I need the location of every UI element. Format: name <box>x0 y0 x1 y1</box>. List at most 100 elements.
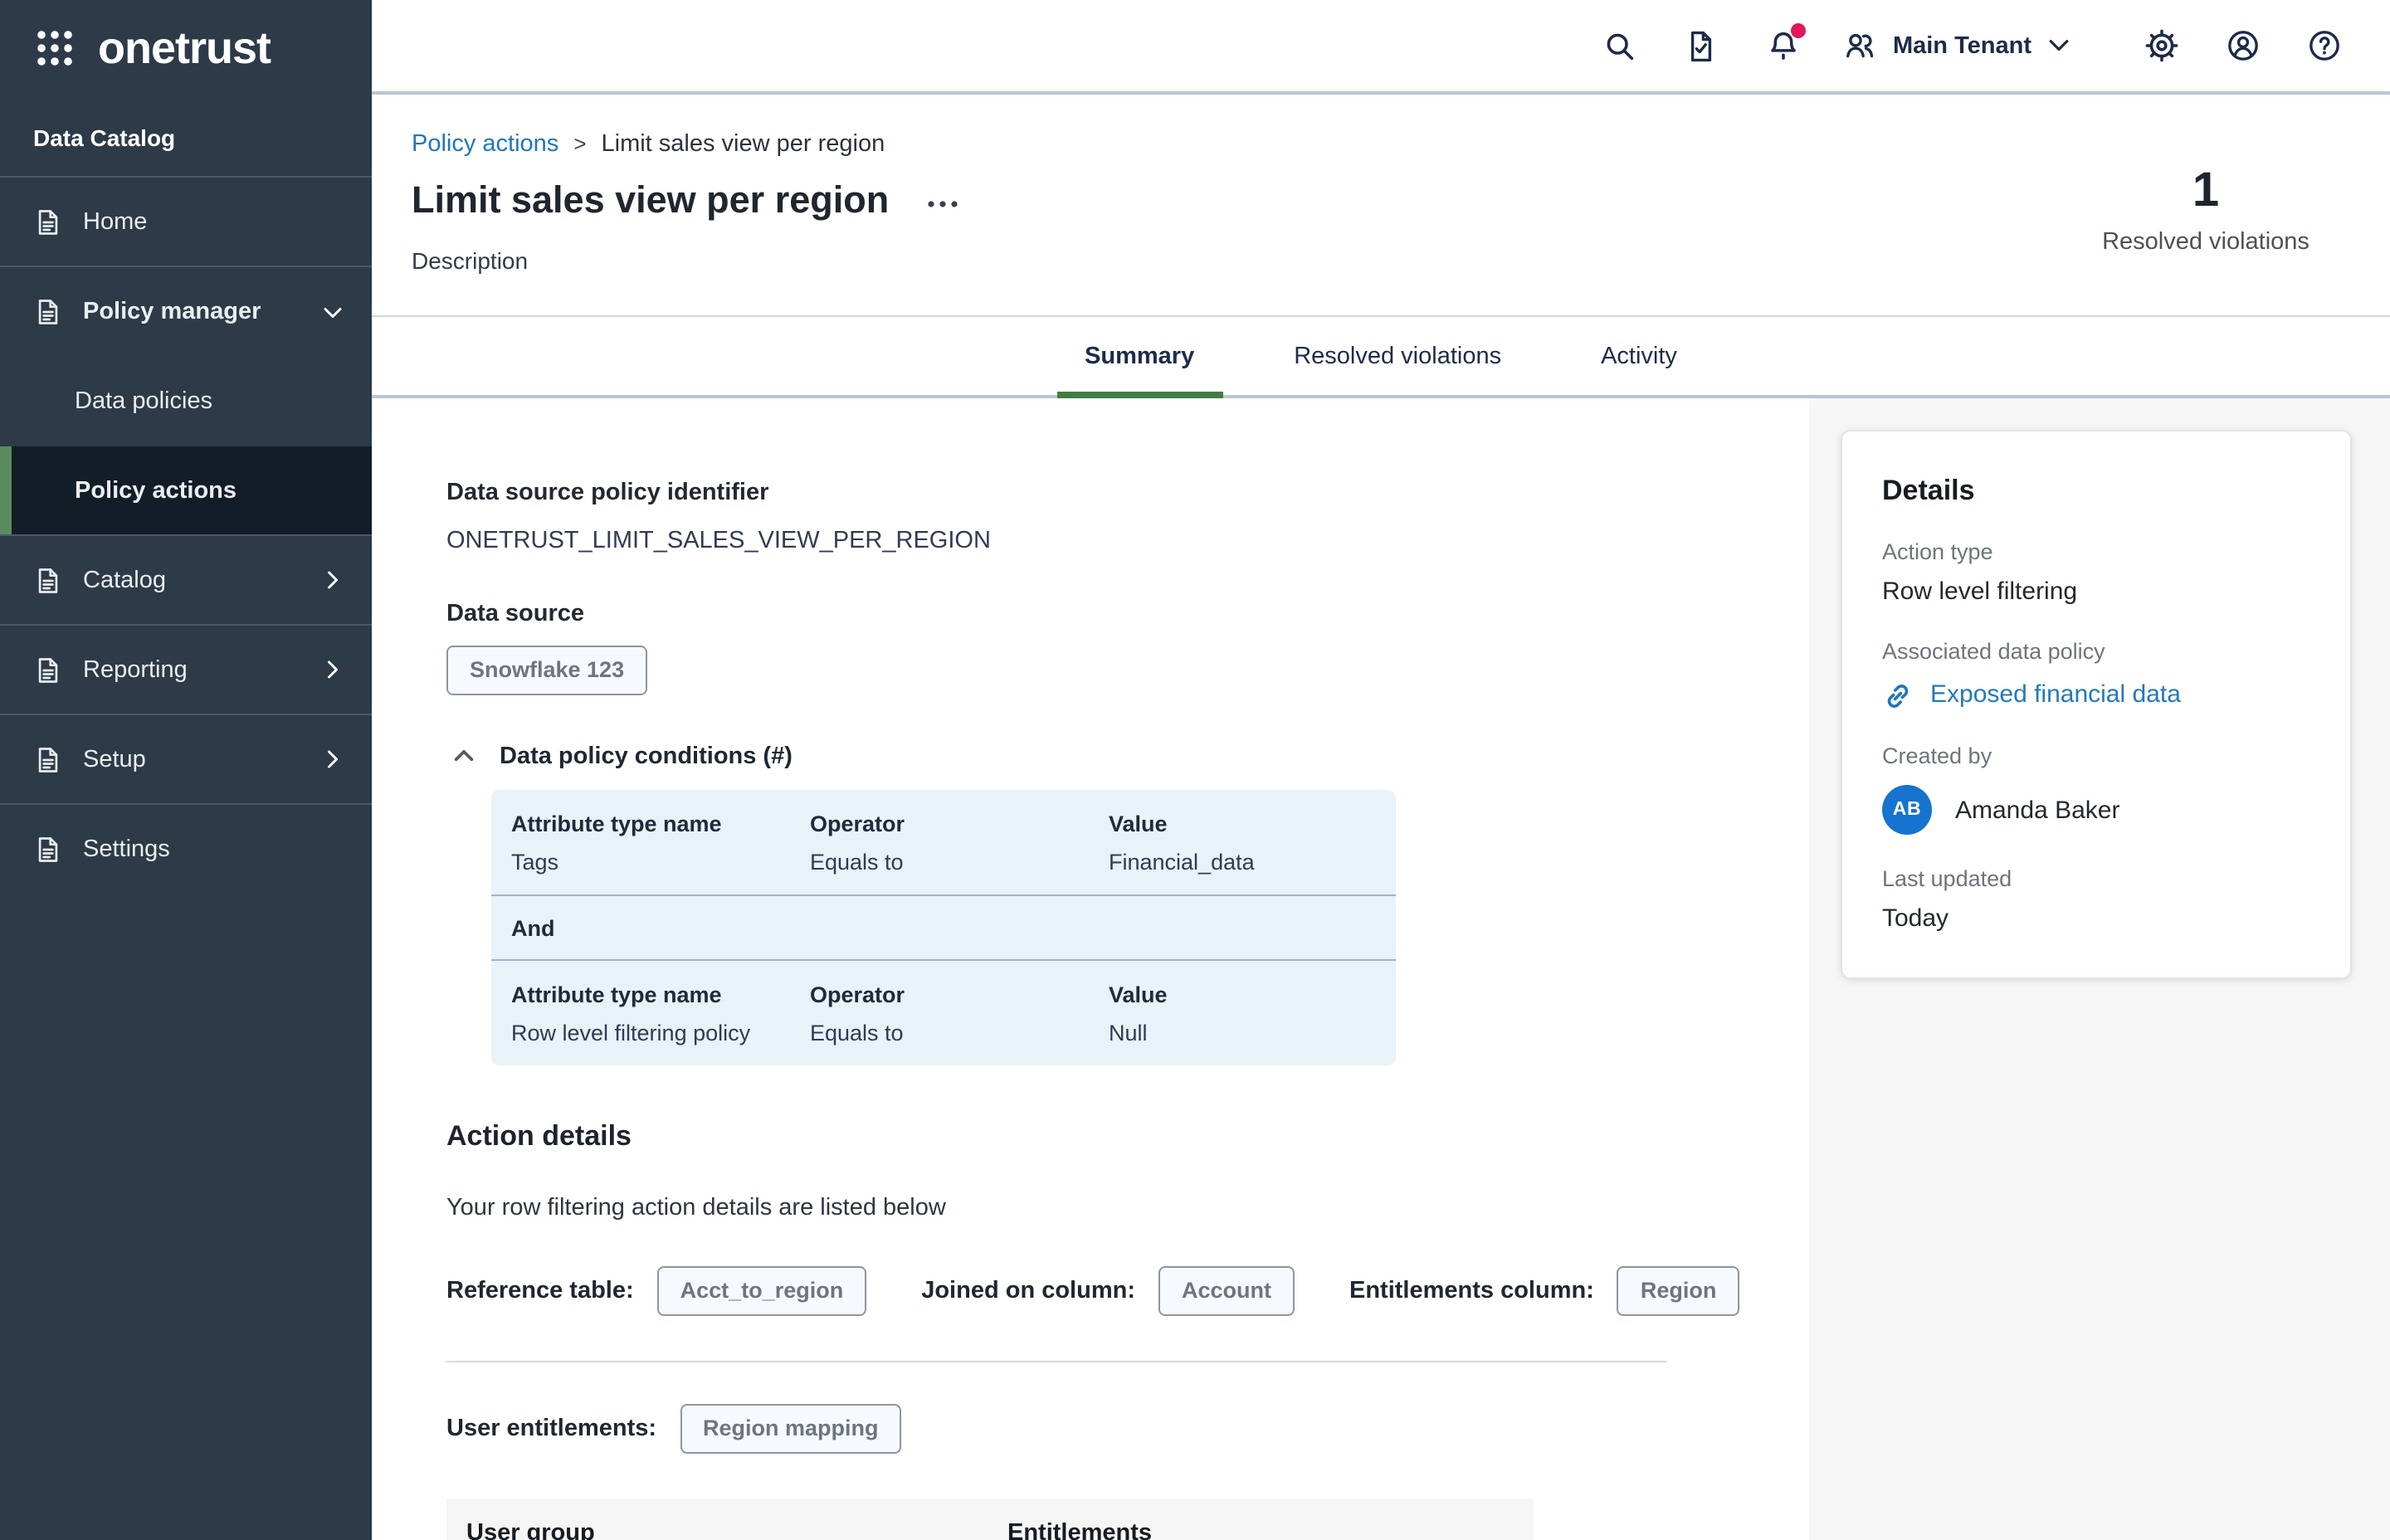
associated-policy-link[interactable]: Exposed financial data <box>1882 679 2310 712</box>
created-by-label: Created by <box>1882 743 2310 770</box>
search-icon[interactable] <box>1588 12 1654 79</box>
chevron-up-icon <box>450 742 478 770</box>
breadcrumb-separator: > <box>573 131 586 156</box>
notification-badge-dot <box>1792 22 1807 37</box>
account-icon[interactable] <box>2209 12 2275 79</box>
entitlements-table-header: User group Entitlements <box>446 1499 1534 1540</box>
breadcrumb-link-policy-actions[interactable]: Policy actions <box>412 131 558 158</box>
condition-value: Null <box>1109 1017 1396 1049</box>
condition-col-header: Value <box>1109 808 1396 840</box>
conditions-box: Attribute type name Tags Operator Equals… <box>491 790 1396 1065</box>
document-icon <box>33 207 63 236</box>
tab-summary[interactable]: Summary <box>1056 344 1222 395</box>
condition-operator: Equals to <box>810 1017 1109 1049</box>
sidebar-item-label: Data policies <box>75 388 345 415</box>
summary-panel: Data source policy identifier ONETRUST_L… <box>372 398 1809 1540</box>
action-detail-fields: Reference table: Acct_to_region Joined o… <box>446 1266 1809 1316</box>
condition-col-header: Attribute type name <box>511 808 810 840</box>
chevron-right-icon <box>320 657 345 682</box>
help-icon[interactable] <box>2290 12 2357 79</box>
action-details-subtitle: Your row filtering action details are li… <box>446 1193 1809 1223</box>
action-details-title: Action details <box>446 1118 1809 1153</box>
condition-attribute: Tags <box>511 846 810 878</box>
settings-gear-icon[interactable] <box>2128 12 2194 79</box>
created-by-person: AB Amanda Baker <box>1882 785 2310 835</box>
users-icon <box>1843 28 1878 63</box>
content-area: Data source policy identifier ONETRUST_L… <box>372 398 2390 1540</box>
document-icon <box>33 655 63 685</box>
breadcrumb-current: Limit sales view per region <box>602 131 885 158</box>
condition-operator: Equals to <box>810 846 1109 878</box>
sidebar-item-catalog[interactable]: Catalog <box>0 536 372 626</box>
condition-attribute: Row level filtering policy <box>511 1017 810 1049</box>
entitlements-table: User group Entitlements <box>446 1499 1534 1540</box>
user-entitlements-label: User entitlements: <box>446 1416 656 1442</box>
tenant-switcher[interactable]: Main Tenant <box>1843 28 2071 63</box>
sidebar-item-setup[interactable]: Setup <box>0 715 372 805</box>
stat-label: Resolved violations <box>2032 229 2380 256</box>
last-updated-label: Last updated <box>1882 866 2310 893</box>
sidebar-item-policy-manager[interactable]: Policy manager <box>0 267 372 357</box>
document-icon <box>33 744 63 774</box>
reference-table-chip: Acct_to_region <box>657 1266 867 1316</box>
document-icon <box>33 565 63 595</box>
reference-table-field: Reference table: Acct_to_region <box>446 1266 866 1316</box>
document-check-icon[interactable] <box>1669 12 1735 79</box>
details-rail: Details Action type Row level filtering … <box>1809 398 2390 1540</box>
brand-wordmark: onetrust <box>98 22 271 74</box>
tab-resolved-violations[interactable]: Resolved violations <box>1266 344 1529 395</box>
entitlements-column-label: Entitlements column: <box>1349 1278 1594 1304</box>
page-title: Limit sales view per region <box>412 176 889 226</box>
main-area: Main Tenant <box>372 0 2390 1540</box>
section-divider <box>446 1361 1666 1362</box>
condition-joiner: And <box>491 896 1396 959</box>
joined-on-column-label: Joined on column: <box>921 1278 1135 1304</box>
details-card: Details Action type Row level filtering … <box>1841 430 2352 979</box>
condition-row: Attribute type name Tags Operator Equals… <box>491 790 1396 894</box>
condition-row: Attribute type name Row level filtering … <box>491 961 1396 1065</box>
chevron-right-icon <box>320 747 345 772</box>
condition-value: Financial_data <box>1109 846 1396 878</box>
entitlements-column-field: Entitlements column: Region <box>1349 1266 1739 1316</box>
document-icon <box>33 835 63 865</box>
sidebar: onetrust Data Catalog Home Policy manage… <box>0 0 372 1540</box>
tab-activity[interactable]: Activity <box>1573 344 1705 395</box>
app-launcher-icon[interactable] <box>33 27 76 70</box>
avatar: AB <box>1882 785 1932 835</box>
chevron-down-icon <box>2046 33 2071 58</box>
user-entitlements-chip: Region mapping <box>680 1404 902 1454</box>
associated-policy-link-text: Exposed financial data <box>1930 679 2181 712</box>
condition-col-header: Value <box>1109 979 1396 1011</box>
details-title: Details <box>1882 475 2310 508</box>
breadcrumb: Policy actions > Limit sales view per regi… <box>412 129 2390 159</box>
data-source-label: Data source <box>446 599 1809 629</box>
sidebar-item-label: Setup <box>83 746 300 772</box>
sidebar-item-label: Policy manager <box>83 299 300 325</box>
last-updated-value: Today <box>1882 904 2310 934</box>
tab-bar: Summary Resolved violations Activity <box>372 317 2390 398</box>
joined-on-column-chip: Account <box>1158 1266 1295 1316</box>
sidebar-item-reporting[interactable]: Reporting <box>0 626 372 715</box>
conditions-collapse-toggle[interactable]: Data policy conditions (#) <box>450 742 1809 770</box>
sidebar-nav: Home Policy manager Data policies Policy <box>0 178 372 894</box>
notifications-bell-icon[interactable] <box>1750 12 1817 79</box>
sidebar-item-home[interactable]: Home <box>0 178 372 267</box>
sidebar-item-policy-actions[interactable]: Policy actions <box>0 446 372 536</box>
sidebar-item-settings[interactable]: Settings <box>0 805 372 894</box>
created-by-name: Amanda Baker <box>1955 796 2119 824</box>
sidebar-item-data-policies[interactable]: Data policies <box>0 357 372 446</box>
associated-policy-label: Associated data policy <box>1882 639 2310 665</box>
conditions-title: Data policy conditions (#) <box>500 743 793 769</box>
document-icon <box>33 297 63 327</box>
condition-col-header: Operator <box>810 979 1109 1011</box>
identifier-value: ONETRUST_LIMIT_SALES_VIEW_PER_REGION <box>446 526 1809 556</box>
more-options-icon[interactable] <box>924 191 960 211</box>
link-chain-icon <box>1882 680 1914 711</box>
active-indicator-bar <box>0 446 12 534</box>
product-label: Data Catalog <box>0 96 372 178</box>
resolved-violations-stat: 1 Resolved violations <box>2032 163 2380 256</box>
tenant-label: Main Tenant <box>1893 32 2032 59</box>
reference-table-label: Reference table: <box>446 1278 634 1304</box>
logo-row: onetrust <box>0 0 372 96</box>
action-type-value: Row level filtering <box>1882 578 2310 607</box>
